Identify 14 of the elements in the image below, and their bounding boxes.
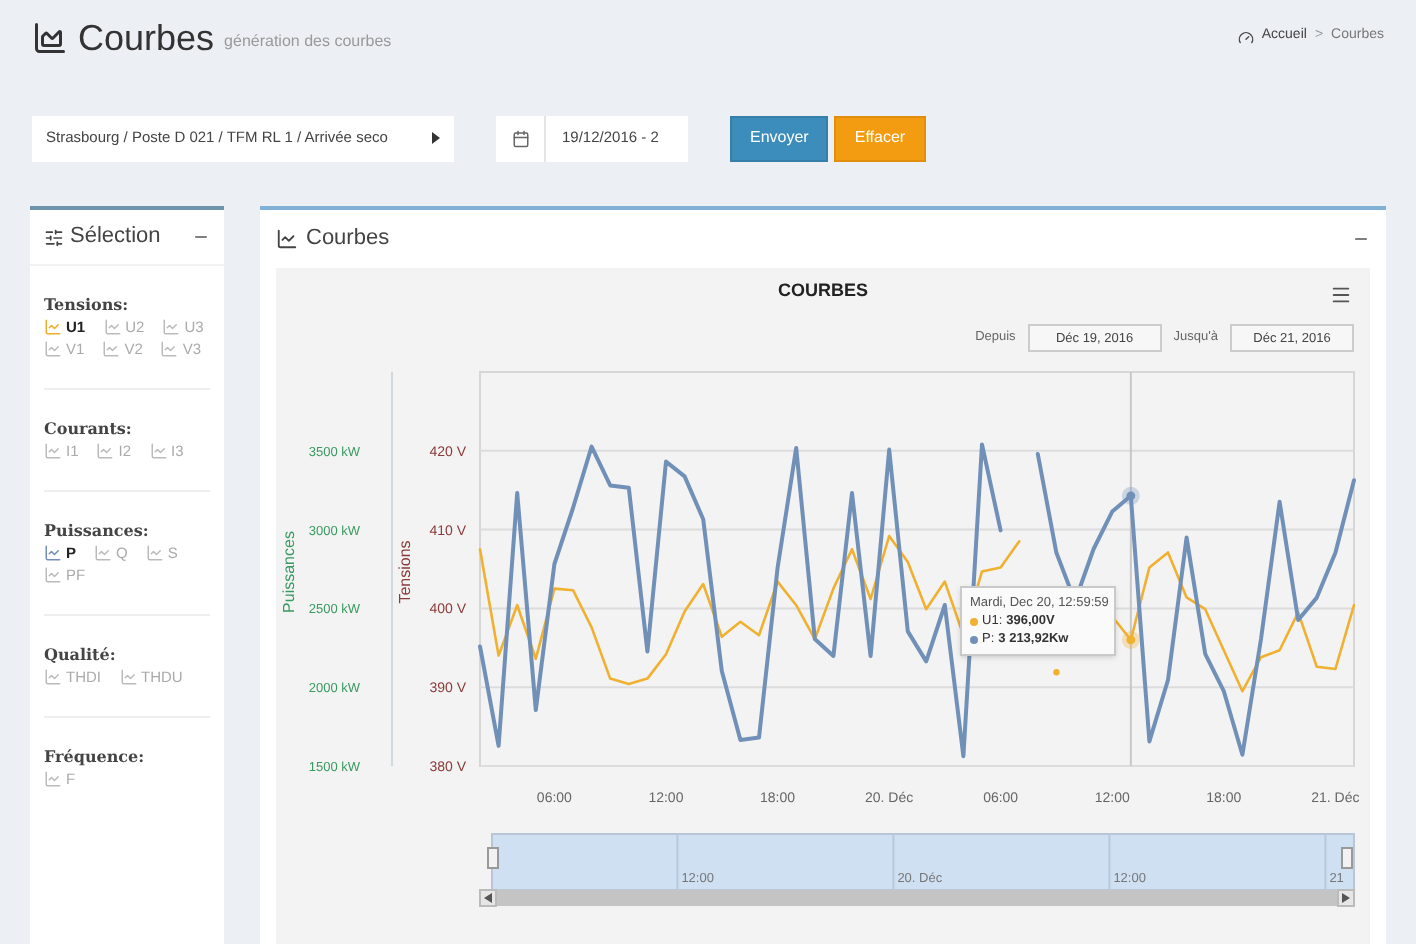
- group-title: Qualité:: [44, 644, 118, 666]
- axis-title: Tensions: [396, 540, 414, 604]
- form-button[interactable]: Effacer: [834, 115, 926, 161]
- form-button[interactable]: Envoyer: [730, 115, 829, 161]
- group-title: Puissances:: [44, 520, 151, 542]
- axis-title: Puissances: [280, 531, 298, 613]
- panel-title: Sélection: [70, 222, 161, 253]
- page-subtitle: génération des courbes: [224, 29, 392, 54]
- group-title: Tensions:: [44, 294, 131, 316]
- panel-title: Courbes: [306, 224, 390, 255]
- page-title: Courbes: [78, 17, 215, 57]
- chart-title: COURBES: [777, 278, 868, 305]
- group-title: Fréquence:: [44, 746, 147, 768]
- group-title: Courants:: [44, 418, 134, 440]
